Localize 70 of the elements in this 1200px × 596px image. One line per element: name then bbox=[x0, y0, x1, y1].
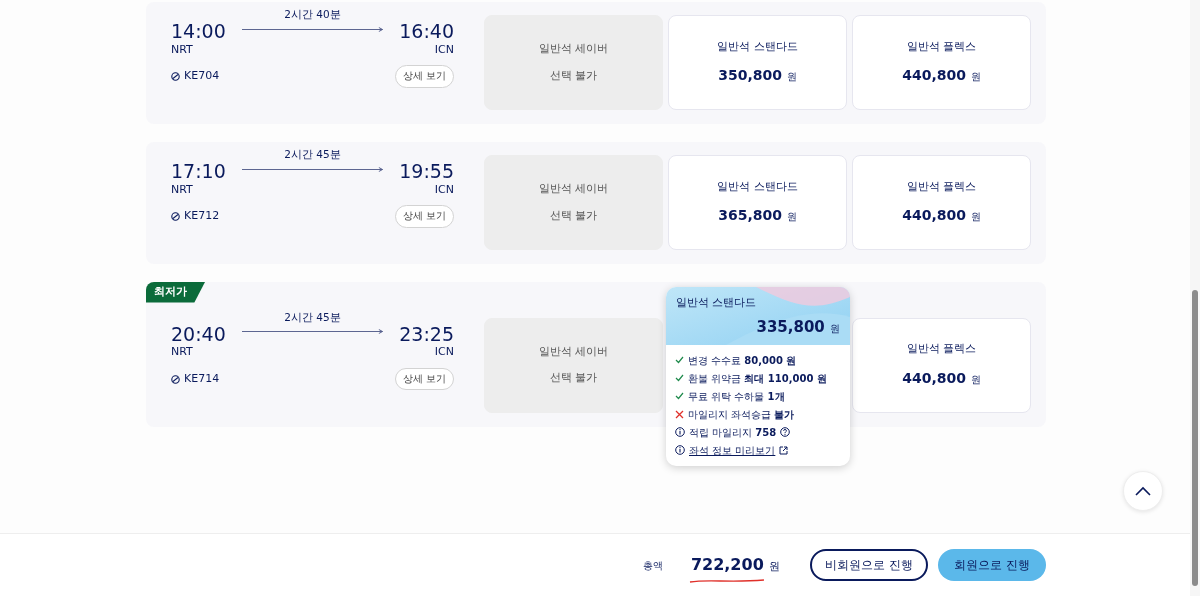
fare-option[interactable]: 일반석 스탠다드 365,800 원 bbox=[668, 155, 847, 250]
arrival-time: 16:40 bbox=[399, 21, 454, 42]
check-icon bbox=[675, 374, 684, 382]
fare-condition: 적립 마일리지 758 bbox=[689, 425, 777, 440]
fare-option[interactable]: 일반석 플렉스 440,800 원 bbox=[852, 15, 1031, 110]
flight-duration: 2시간 45분 bbox=[283, 147, 342, 162]
total-label: 총액 bbox=[642, 558, 663, 573]
proceed-button[interactable]: 회원으로 진행 bbox=[938, 549, 1046, 581]
help-icon bbox=[780, 427, 791, 437]
flight-number: KE714 bbox=[184, 370, 220, 387]
fare-condition: 변경 수수료 80,000 원 bbox=[688, 353, 797, 368]
proceed-button[interactable]: 비회원으로 진행 bbox=[810, 549, 929, 581]
check-icon bbox=[675, 356, 684, 364]
seat-preview-link[interactable]: 좌석 정보 미리보기 bbox=[689, 442, 776, 458]
fare-price: 440,800 원 bbox=[902, 66, 981, 86]
fare-name: 일반석 스탠다드 bbox=[717, 178, 798, 195]
departure-time: 14:00 bbox=[171, 21, 226, 42]
departure-airport: NRT bbox=[171, 181, 194, 198]
fare-name: 일반석 세이버 bbox=[538, 343, 609, 360]
fare-condition: 환불 위약금 최대 110,000 원 bbox=[688, 371, 827, 386]
fare-price: 335,800 원 bbox=[755, 317, 840, 338]
arrival-time: 19:55 bbox=[399, 161, 454, 182]
fare-status: 선택 불가 bbox=[549, 67, 598, 84]
flight-number: KE712 bbox=[184, 208, 220, 225]
fare-option[interactable]: 일반석 플렉스 440,800 원 bbox=[852, 155, 1031, 250]
total-amount: 722,200 원 bbox=[690, 553, 781, 577]
check-icon bbox=[675, 392, 684, 400]
details-button[interactable]: 상세 보기 bbox=[394, 367, 454, 391]
arrival-airport: ICN bbox=[433, 181, 454, 198]
scrollbar-thumb[interactable] bbox=[1192, 290, 1198, 586]
airline-logo-icon bbox=[171, 72, 180, 81]
fare-name: 일반석 스탠다드 bbox=[676, 294, 758, 311]
lowest-price-tag: 최저가 bbox=[146, 282, 205, 303]
fare-price: 440,800 원 bbox=[902, 206, 981, 226]
external-link-icon bbox=[779, 445, 789, 455]
flight-number: KE704 bbox=[184, 68, 220, 85]
info-icon bbox=[675, 445, 685, 455]
scroll-to-top-button[interactable] bbox=[1123, 471, 1163, 511]
arrival-airport: ICN bbox=[433, 344, 454, 361]
fare-condition: 마일리지 좌석승급 불가 bbox=[688, 407, 795, 422]
fare-name: 일반석 세이버 bbox=[538, 41, 609, 57]
fare-price: 350,800 원 bbox=[718, 66, 797, 86]
departure-time: 20:40 bbox=[171, 323, 226, 345]
airline-logo-icon bbox=[171, 374, 180, 384]
fare-status: 선택 불가 bbox=[549, 207, 598, 224]
fare-name: 일반석 플렉스 bbox=[906, 341, 977, 358]
fare-name: 일반석 플렉스 bbox=[906, 178, 977, 195]
fare-name: 일반석 세이버 bbox=[538, 181, 609, 197]
departure-airport: NRT bbox=[171, 344, 194, 361]
fare-status: 선택 불가 bbox=[549, 370, 598, 386]
fare-option[interactable]: 일반석 플렉스 440,800 원 bbox=[852, 317, 1031, 413]
flight-duration: 2시간 45분 bbox=[283, 309, 342, 325]
arrival-time: 23:25 bbox=[399, 323, 454, 345]
flight-duration: 2시간 40분 bbox=[283, 7, 342, 22]
airline-logo-icon bbox=[171, 212, 180, 221]
fare-price: 365,800 원 bbox=[718, 206, 797, 226]
scrollbar[interactable] bbox=[1190, 0, 1200, 596]
info-icon bbox=[675, 427, 685, 437]
fare-name: 일반석 스탠다드 bbox=[717, 38, 798, 55]
details-button[interactable]: 상세 보기 bbox=[394, 65, 454, 88]
departure-airport: NRT bbox=[171, 41, 194, 58]
close-icon bbox=[675, 409, 684, 419]
fare-option[interactable]: 일반석 스탠다드 350,800 원 bbox=[668, 15, 847, 110]
fare-condition: 무료 위탁 수하물 1개 bbox=[688, 389, 785, 404]
fare-price: 440,800 원 bbox=[902, 368, 981, 388]
chevron-up-icon bbox=[1135, 486, 1151, 496]
departure-time: 17:10 bbox=[171, 161, 226, 182]
fare-name: 일반석 플렉스 bbox=[906, 38, 977, 55]
arrival-airport: ICN bbox=[433, 41, 454, 58]
details-button[interactable]: 상세 보기 bbox=[394, 205, 454, 228]
